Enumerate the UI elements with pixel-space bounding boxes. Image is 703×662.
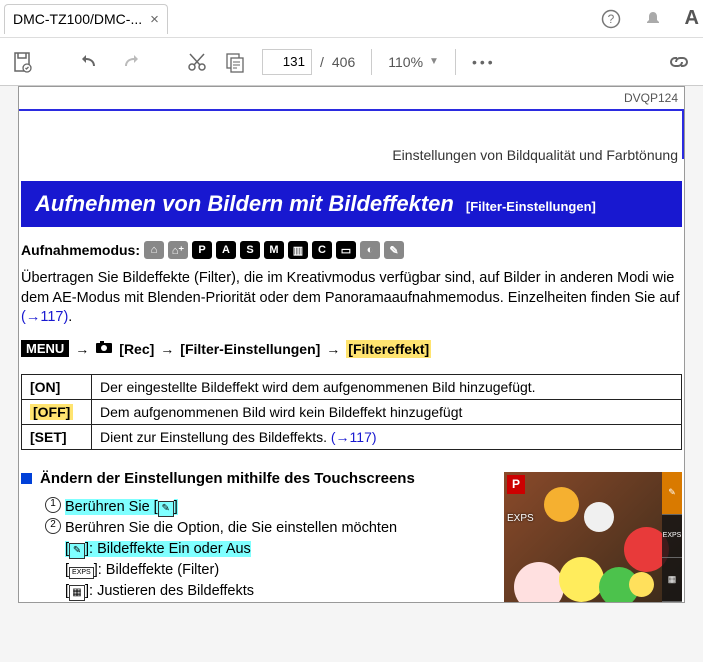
mode-icon: ▥ (288, 241, 308, 259)
menu-badge: MENU (21, 340, 69, 357)
side-btn: ✎ (662, 472, 682, 515)
preview-thumbnail: P EXPS ✎ EXPS ▦ (504, 472, 682, 602)
menu-rec: [Rec] (119, 341, 154, 357)
camera-icon (95, 340, 113, 357)
modes-row: Aufnahmemodus: ⌂ ⌂⁺ P A S M ▥ C ▭ ◐ ✎ (21, 237, 682, 263)
page-total: 406 (332, 54, 355, 70)
svg-text:?: ? (607, 12, 614, 26)
page-sep: / (320, 54, 324, 70)
mode-icon: ⌂ (144, 241, 164, 259)
mode-icon: A (216, 241, 236, 259)
tab-title: DMC-TZ100/DMC-... (13, 11, 142, 27)
zoom-value: 110% (388, 54, 423, 70)
step-number-icon: 2 (45, 518, 61, 534)
mode-icon: C (312, 241, 332, 259)
xref-link[interactable]: (→117) (21, 309, 68, 325)
steps-list: 1 Berühren Sie [✎] 2 Berühren Sie die Op… (21, 497, 682, 602)
mode-icon: ✎ (384, 241, 404, 259)
effect-icon: ✎ (69, 543, 85, 560)
toolbar: / 406 110% ▼ ••• (0, 38, 703, 86)
side-btn: EXPS (662, 515, 682, 558)
step-number-icon: 1 (45, 497, 61, 513)
mode-icon: ⌂⁺ (168, 241, 188, 259)
modes-label: Aufnahmemodus: (21, 242, 140, 258)
undo-icon[interactable] (78, 50, 102, 74)
menu-path: MENU → [Rec] → [Filter-Einstellungen] → … (21, 334, 682, 368)
xref-link[interactable]: (→117) (331, 429, 377, 445)
account-icon[interactable]: A (685, 7, 699, 30)
chevron-down-icon: ▼ (429, 56, 439, 67)
save-icon[interactable] (12, 51, 34, 73)
settings-table: [ON]Der eingestellte Bildeffekt wird dem… (21, 374, 682, 450)
page-subtitle: [Filter-Einstellungen] (466, 199, 596, 214)
cut-icon[interactable] (186, 51, 208, 73)
mode-badge: P (507, 475, 525, 494)
copy-icon[interactable] (224, 51, 246, 73)
table-row: [ON]Der eingestellte Bildeffekt wird dem… (22, 374, 682, 399)
mode-icon: M (264, 241, 284, 259)
more-icon[interactable]: ••• (472, 54, 496, 70)
exps-icon: EXPS (69, 567, 94, 579)
exps-label: EXPS (507, 512, 534, 527)
doc-code: DVQP124 (624, 91, 678, 105)
link-icon[interactable] (667, 50, 691, 74)
close-icon[interactable]: × (150, 11, 159, 28)
square-bullet-icon (21, 473, 32, 484)
filter-icon: ✎ (158, 501, 174, 518)
mode-icon: S (240, 241, 260, 259)
help-icon[interactable]: ? (601, 9, 621, 29)
breadcrumb: Einstellungen von Bildqualität und Farbt… (392, 147, 678, 163)
table-row: [OFF]Dem aufgenommenen Bild wird kein Bi… (22, 399, 682, 424)
page-title: Aufnehmen von Bildern mit Bildeffekten (35, 191, 454, 217)
document-tab[interactable]: DMC-TZ100/DMC-... × (4, 4, 168, 34)
adjust-icon: ▦ (69, 585, 85, 602)
redo-icon[interactable] (118, 50, 142, 74)
page-number-input[interactable] (262, 49, 312, 75)
mode-icon: ◐ (360, 241, 380, 259)
table-row: [SET]Dient zur Einstellung des Bildeffek… (22, 424, 682, 449)
section-header: Aufnehmen von Bildern mit Bildeffekten [… (21, 181, 682, 227)
menu-filter-settings: [Filter-Einstellungen] (180, 341, 320, 357)
mode-icon: P (192, 241, 212, 259)
zoom-dropdown[interactable]: 110% ▼ (388, 54, 439, 70)
intro-text: Übertragen Sie Bildeffekte (Filter), die… (21, 263, 682, 334)
side-btn: ▦ (662, 558, 682, 601)
mode-icon: ▭ (336, 241, 356, 259)
menu-filter-effect: [Filtereffekt] (346, 340, 431, 358)
notification-icon[interactable] (643, 9, 663, 29)
